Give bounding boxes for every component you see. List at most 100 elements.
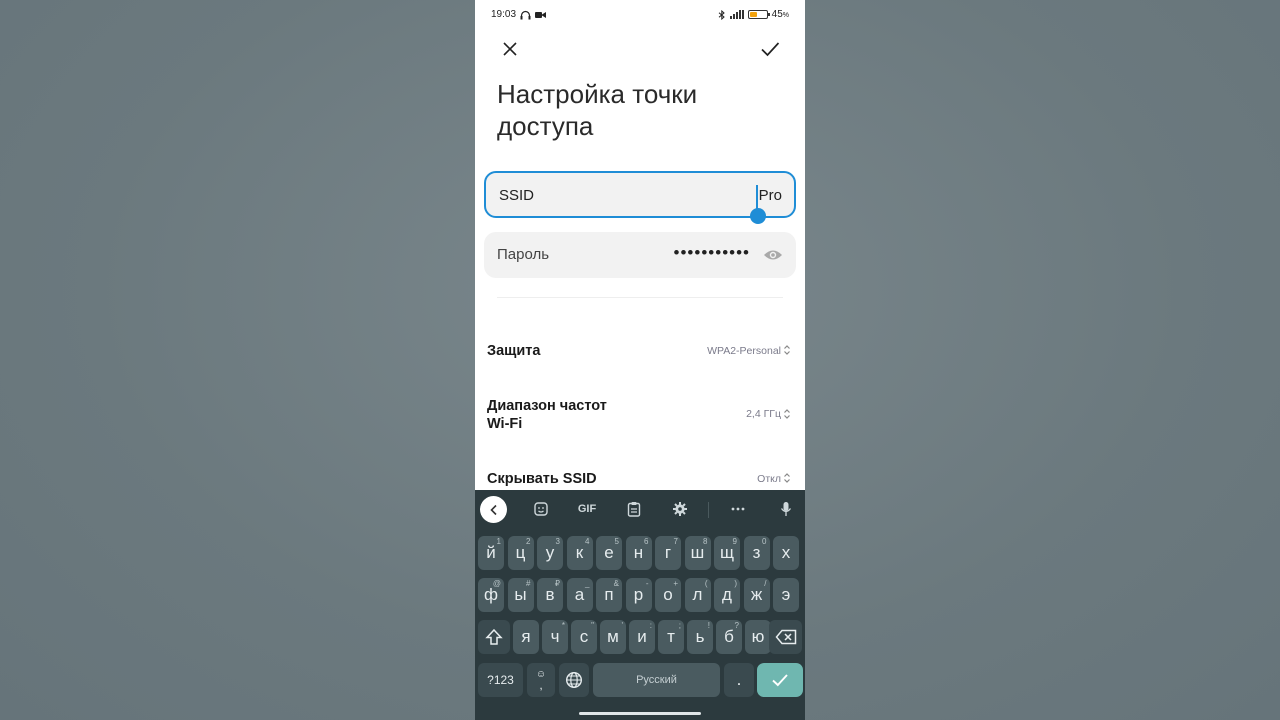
key-letter[interactable]: х: [773, 536, 799, 570]
wifi-band-value: 2,4 ГГц: [746, 408, 781, 420]
checkmark-icon: [772, 674, 788, 687]
password-field[interactable]: Пароль •••••••••••: [484, 232, 796, 278]
key-hint: 1: [496, 537, 501, 546]
backspace-icon: [775, 629, 796, 645]
key-hint: (: [704, 579, 708, 588]
key-letter[interactable]: у3: [537, 536, 563, 570]
status-right: 45%: [718, 9, 789, 20]
more-options-button[interactable]: [725, 497, 751, 521]
keyboard-back-button[interactable]: [480, 496, 507, 523]
period-key[interactable]: .: [724, 663, 754, 697]
key-letter[interactable]: в ₽: [537, 578, 563, 612]
gesture-navigation-bar[interactable]: [579, 712, 701, 715]
symbols-key[interactable]: ?123: [478, 663, 523, 697]
checkmark-icon: [761, 42, 780, 57]
key-hint: 5: [614, 537, 619, 546]
headset-icon: [520, 10, 531, 19]
clipboard-button[interactable]: [621, 497, 647, 521]
wifi-band-label: Диапазон частот Wi-Fi: [487, 398, 607, 432]
key-hint: ): [734, 579, 737, 588]
key-letter[interactable]: ч *: [542, 620, 568, 654]
key-letter[interactable]: т;: [658, 620, 684, 654]
key-hint: 9: [732, 537, 737, 546]
battery-fill: [749, 12, 757, 17]
key-letter[interactable]: и:: [629, 620, 655, 654]
key-char: з: [752, 543, 761, 562]
emoji-key[interactable]: ☺,: [527, 663, 555, 697]
ssid-input-value[interactable]: Pro: [759, 187, 782, 204]
ssid-field[interactable]: SSID Pro: [484, 171, 796, 218]
clipboard-icon: [627, 502, 641, 517]
key-char: я: [521, 627, 531, 646]
voice-input-button[interactable]: [773, 497, 799, 521]
shift-icon: [485, 628, 503, 645]
key-letter[interactable]: п &: [596, 578, 622, 612]
gif-button[interactable]: GIF: [574, 497, 600, 521]
sticker-button[interactable]: [528, 497, 554, 521]
key-hint: 8: [703, 537, 708, 546]
key-letter[interactable]: ж /: [743, 578, 770, 612]
key-hint: 6: [644, 537, 649, 546]
cursor-handle[interactable]: [750, 208, 766, 224]
password-input-value[interactable]: •••••••••••: [674, 243, 750, 263]
wifi-band-row[interactable]: Диапазон частот Wi-Fi 2,4 ГГц: [475, 396, 805, 434]
key-letter[interactable]: м ': [600, 620, 626, 654]
key-char: ю: [751, 627, 765, 646]
key-letter[interactable]: ш8: [684, 536, 711, 570]
battery-percent: 45%: [771, 9, 789, 20]
key-letter[interactable]: й1: [478, 536, 504, 570]
key-letter[interactable]: о +: [655, 578, 681, 612]
hide-ssid-row[interactable]: Скрывать SSID Откл: [475, 467, 805, 491]
key-letter[interactable]: я: [513, 620, 539, 654]
key-letter[interactable]: э: [773, 578, 799, 612]
space-key[interactable]: Русский: [593, 663, 720, 697]
key-char: й: [486, 543, 496, 562]
key-hint: #: [526, 579, 531, 588]
video-camera-icon: [535, 11, 547, 18]
key-letter[interactable]: щ9: [714, 536, 740, 570]
battery-icon: [747, 10, 770, 19]
key-letter[interactable]: л(: [684, 578, 711, 612]
shift-key[interactable]: [478, 620, 510, 654]
key-letter[interactable]: ф @: [478, 578, 504, 612]
key-letter[interactable]: д): [714, 578, 740, 612]
key-char: а: [574, 585, 585, 604]
key-letter[interactable]: с ": [571, 620, 597, 654]
key-char: э: [781, 585, 791, 604]
settings-button[interactable]: [667, 497, 693, 521]
key-letter[interactable]: а _: [566, 578, 593, 612]
key-letter[interactable]: б?: [716, 620, 742, 654]
key-letter[interactable]: ы #: [507, 578, 534, 612]
symbols-key-label: ?123: [487, 673, 514, 687]
key-hint: ': [621, 621, 623, 630]
key-hint: *: [561, 621, 565, 630]
security-row[interactable]: Защита WPA2-Personal: [475, 338, 805, 364]
page-title: Настройка точки доступа: [497, 79, 698, 141]
signal-strength-icon: [729, 10, 744, 19]
key-char: о: [663, 585, 673, 604]
backspace-key[interactable]: [769, 620, 802, 654]
eye-icon[interactable]: [762, 245, 784, 265]
ssid-label: SSID: [499, 187, 535, 204]
key-letter[interactable]: р-: [625, 578, 652, 612]
close-button[interactable]: [497, 36, 523, 62]
confirm-button[interactable]: [757, 36, 783, 62]
gear-icon: [673, 502, 687, 516]
key-char: б: [724, 627, 734, 646]
key-letter[interactable]: к4: [566, 536, 593, 570]
key-letter[interactable]: г7: [655, 536, 681, 570]
key-letter[interactable]: з0: [743, 536, 770, 570]
key-letter[interactable]: ц2: [507, 536, 534, 570]
key-letter[interactable]: ю: [745, 620, 771, 654]
key-char: ш: [690, 543, 705, 562]
key-hint: +: [673, 579, 678, 588]
key-char: л: [692, 585, 703, 604]
language-key[interactable]: [559, 663, 589, 697]
key-letter[interactable]: е5: [596, 536, 622, 570]
done-key[interactable]: [757, 663, 803, 697]
globe-icon: [565, 671, 583, 689]
key-letter[interactable]: н6: [625, 536, 652, 570]
security-label: Защита: [487, 343, 541, 359]
key-char: м: [607, 627, 619, 646]
key-letter[interactable]: ь!: [687, 620, 713, 654]
